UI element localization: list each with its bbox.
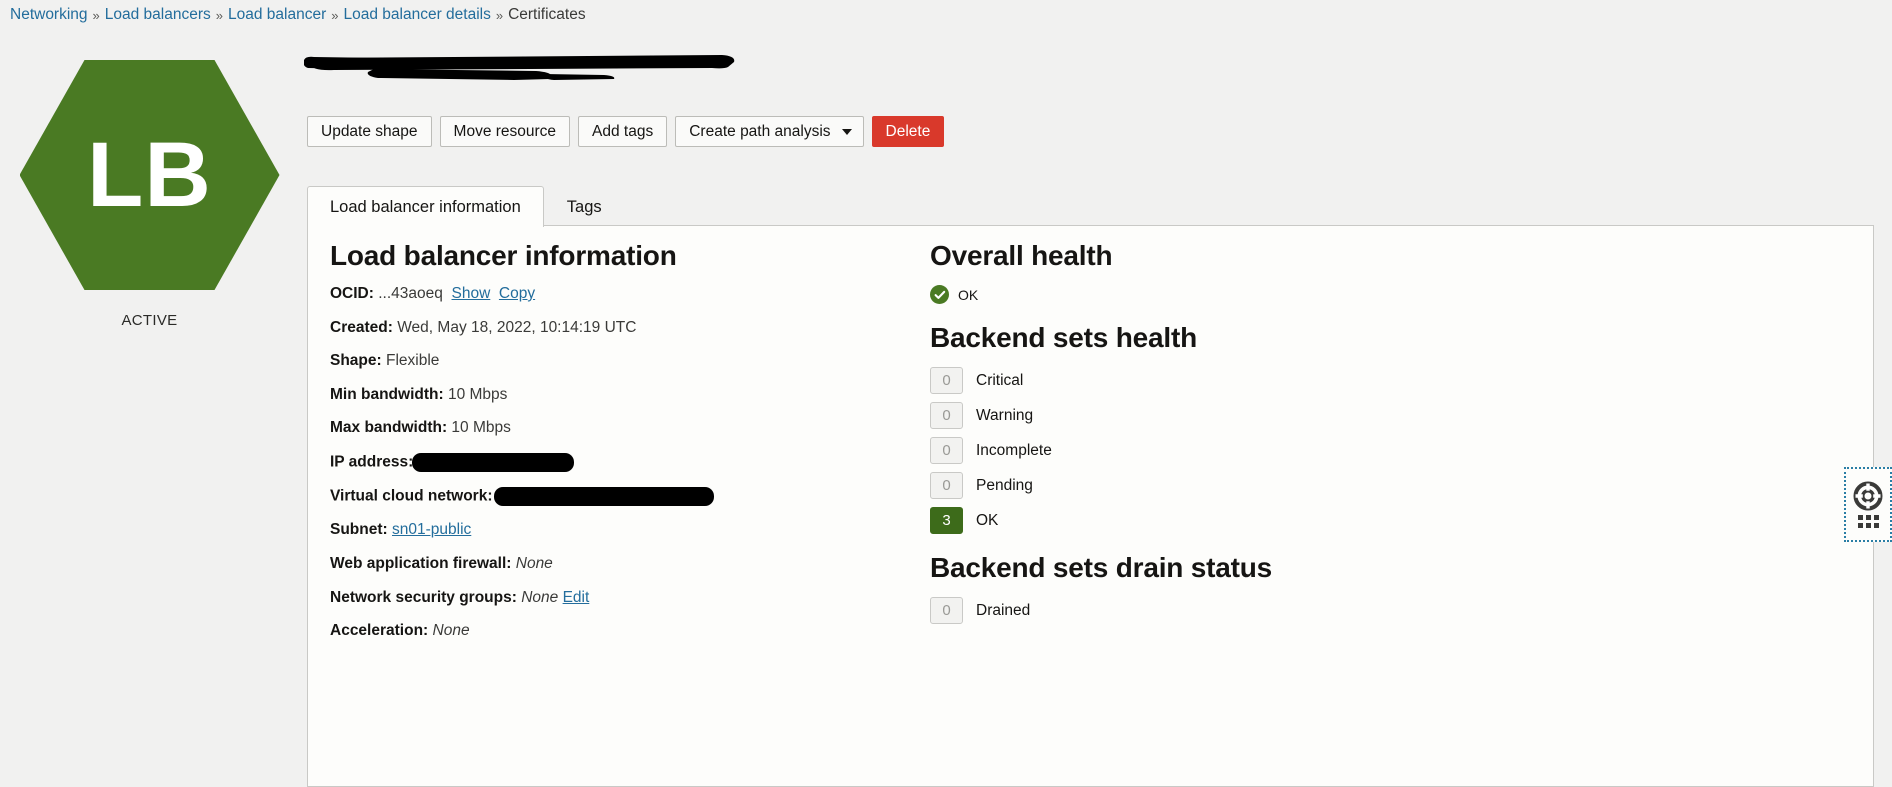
backend-set-health-row-pending: 0 Pending — [930, 472, 1490, 499]
health-section: Overall health OK Backend sets health 0 … — [930, 240, 1490, 632]
move-resource-button[interactable]: Move resource — [439, 116, 571, 147]
field-min-bandwidth-label: Min bandwidth: — [330, 385, 444, 403]
tab-tags[interactable]: Tags — [544, 186, 625, 227]
label-drained: Drained — [976, 601, 1031, 619]
label-critical: Critical — [976, 371, 1024, 389]
ocid-copy-link[interactable]: Copy — [499, 285, 535, 302]
label-warning: Warning — [976, 406, 1034, 424]
section-heading-backend-sets-health: Backend sets health — [930, 322, 1197, 353]
field-acceleration: Acceleration: None — [330, 622, 890, 641]
field-shape-label: Shape: — [330, 352, 382, 370]
backend-set-drain-row-drained: 0 Drained — [930, 597, 1490, 624]
backend-set-health-row-ok: 3 OK — [930, 507, 1490, 534]
field-created: Created: Wed, May 18, 2022, 10:14:19 UTC — [330, 319, 890, 338]
dot-grid-icon — [1857, 515, 1879, 528]
create-path-analysis-button[interactable]: Create path analysis — [675, 116, 864, 147]
section-heading-load-balancer-information: Load balancer information — [330, 240, 677, 271]
chevron-down-icon — [841, 128, 852, 135]
overall-health-status-label: OK — [958, 286, 979, 303]
load-balancer-hexagon-icon: LB — [19, 60, 280, 290]
field-max-bandwidth: Max bandwidth: 10 Mbps — [330, 419, 890, 438]
delete-button[interactable]: Delete — [871, 116, 945, 147]
badge-pending-count: 0 — [930, 472, 963, 499]
field-created-label: Created: — [330, 318, 393, 336]
backend-set-health-row-warning: 0 Warning — [930, 402, 1490, 429]
main-content: Update shape Move resource Add tags Crea… — [299, 28, 1892, 787]
field-web-application-firewall-value: None — [515, 554, 553, 572]
load-balancer-information-section: Load balancer information OCID: ...43aoe… — [330, 240, 890, 656]
section-heading-backend-sets-drain-status: Backend sets drain status — [930, 552, 1273, 583]
field-max-bandwidth-value: 10 Mbps — [451, 419, 511, 437]
create-path-analysis-label: Create path analysis — [689, 123, 831, 140]
field-network-security-groups-value: None — [521, 588, 559, 606]
field-min-bandwidth-value: 10 Mbps — [447, 385, 508, 403]
field-ip-address-label: IP address: — [330, 453, 414, 471]
resource-state-label: ACTIVE — [121, 312, 178, 329]
field-created-value: Wed, May 18, 2022, 10:14:19 UTC — [397, 318, 637, 336]
network-security-groups-edit-link[interactable]: Edit — [563, 589, 590, 606]
badge-ok-count: 3 — [930, 507, 963, 534]
breadcrumb-item-certificates: Certificates — [508, 6, 586, 23]
tab-bar: Load balancer information Tags — [307, 185, 625, 227]
action-toolbar: Update shape Move resource Add tags Crea… — [307, 116, 945, 147]
section-heading-overall-health: Overall health — [930, 240, 1113, 271]
label-ok: OK — [976, 511, 999, 529]
label-pending: Pending — [976, 476, 1033, 494]
field-subnet-label: Subnet: — [330, 521, 388, 539]
label-incomplete: Incomplete — [976, 441, 1052, 459]
field-acceleration-label: Acceleration: — [330, 622, 429, 640]
field-network-security-groups-label: Network security groups: — [330, 588, 517, 606]
overall-health-status: OK — [930, 285, 1490, 304]
field-min-bandwidth: Min bandwidth: 10 Mbps — [330, 386, 890, 405]
life-ring-icon — [1853, 481, 1883, 511]
field-max-bandwidth-label: Max bandwidth: — [330, 419, 448, 437]
virtual-cloud-network-redaction — [493, 487, 714, 507]
breadcrumb-item-load-balancer-details[interactable]: Load balancer details — [343, 6, 490, 24]
field-virtual-cloud-network-label: Virtual cloud network: — [330, 487, 493, 505]
hexagon-icon-label: LB — [87, 124, 212, 226]
field-ip-address: IP address: — [330, 452, 890, 472]
badge-warning-count: 0 — [930, 402, 963, 429]
check-circle-icon — [930, 285, 949, 304]
breadcrumb-separator: » — [215, 7, 223, 23]
add-tags-button[interactable]: Add tags — [578, 116, 668, 147]
update-shape-button[interactable]: Update shape — [307, 116, 432, 147]
breadcrumb: Networking » Load balancers » Load balan… — [10, 4, 586, 26]
backend-set-health-row-incomplete: 0 Incomplete — [930, 437, 1490, 464]
subnet-link[interactable]: sn01-public — [392, 521, 471, 538]
tab-load-balancer-information[interactable]: Load balancer information — [307, 186, 544, 227]
breadcrumb-separator: » — [92, 7, 100, 23]
badge-drained-count: 0 — [930, 597, 963, 624]
breadcrumb-separator: » — [495, 7, 504, 23]
field-network-security-groups: Network security groups: None Edit — [330, 589, 890, 608]
ip-address-redaction — [412, 452, 575, 472]
backend-set-health-row-critical: 0 Critical — [930, 367, 1490, 394]
field-ocid-label: OCID: — [330, 285, 374, 302]
field-web-application-firewall-label: Web application firewall: — [330, 554, 512, 572]
ocid-show-link[interactable]: Show — [452, 285, 491, 302]
field-virtual-cloud-network: Virtual cloud network: — [330, 487, 890, 507]
field-web-application-firewall: Web application firewall: None — [330, 555, 890, 574]
breadcrumb-separator: » — [331, 7, 339, 23]
tab-panel: Load balancer information OCID: ...43aoe… — [307, 225, 1874, 787]
breadcrumb-item-load-balancers[interactable]: Load balancers — [105, 6, 211, 24]
badge-incomplete-count: 0 — [930, 437, 963, 464]
field-shape-value: Flexible — [386, 352, 440, 370]
badge-critical-count: 0 — [930, 367, 963, 394]
help-widget[interactable] — [1844, 467, 1892, 542]
field-ocid-value: ...43aoeq — [378, 285, 443, 302]
field-acceleration-value: None — [432, 622, 470, 640]
field-ocid: OCID: ...43aoeq Show Copy — [330, 285, 890, 304]
field-shape: Shape: Flexible — [330, 352, 890, 371]
breadcrumb-item-networking[interactable]: Networking — [10, 6, 88, 24]
resource-summary-column: LB ACTIVE — [0, 28, 299, 747]
resource-title-redacted — [303, 50, 736, 80]
breadcrumb-item-load-balancer[interactable]: Load balancer — [228, 6, 326, 24]
field-subnet: Subnet: sn01-public — [330, 521, 890, 540]
